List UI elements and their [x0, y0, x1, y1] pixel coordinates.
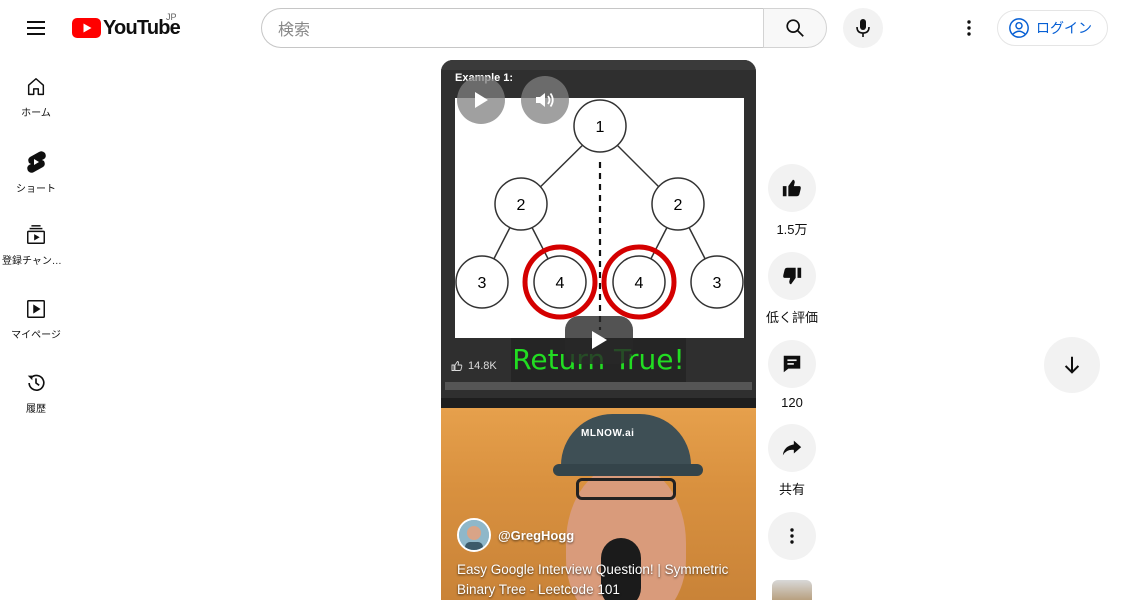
like-action: 1.5万 — [766, 164, 818, 238]
masthead: YouTube JP 検索 ログイン — [0, 0, 1124, 56]
center-play-button[interactable] — [565, 316, 633, 364]
shorts-icon — [27, 151, 46, 173]
dislike-button[interactable] — [768, 252, 816, 300]
presenter-glasses — [576, 478, 676, 500]
video-top-strip — [441, 60, 756, 70]
youtube-play-logo-icon — [72, 18, 101, 38]
more-vert-icon — [790, 528, 794, 544]
sidebar-item-history[interactable]: 履歴 — [0, 352, 72, 426]
comment-action: 120 — [766, 340, 818, 410]
login-button[interactable]: ログイン — [997, 10, 1108, 46]
search-icon — [786, 19, 804, 37]
tree-node-left-left: 3 — [455, 255, 509, 309]
tree-node-right: 2 — [651, 177, 705, 231]
sidebar-item-home[interactable]: ホーム — [0, 56, 72, 130]
inner-like-text: 14.8K — [468, 360, 497, 372]
tree-node-root: 1 — [573, 99, 627, 153]
settings-more-button[interactable] — [949, 8, 989, 48]
video-frame-upper: Example 1: 1 2 2 — [441, 60, 756, 408]
video-title[interactable]: Easy Google Interview Question! | Symmet… — [457, 560, 747, 600]
svg-text:3: 3 — [478, 275, 487, 292]
thumbs-up-icon — [782, 179, 801, 197]
arrow-down-icon — [1064, 356, 1080, 374]
avatar-icon — [459, 520, 489, 550]
like-button[interactable] — [768, 164, 816, 212]
svg-text:3: 3 — [713, 275, 722, 292]
library-icon — [27, 300, 45, 318]
account-circle-icon — [1009, 18, 1029, 38]
svg-text:4: 4 — [556, 275, 565, 292]
sidebar-item-label: ホーム — [21, 108, 51, 119]
sidebar-item-label: 登録チャンネル — [2, 256, 70, 267]
next-video-button[interactable] — [1044, 337, 1100, 393]
tree-node-left-right: 4 — [522, 244, 598, 320]
channel-handle[interactable]: @GregHogg — [498, 528, 574, 543]
tree-node-left: 2 — [494, 177, 548, 231]
shorts-action-bar: 1.5万 低く評価 120 共有 — [766, 164, 818, 574]
volume-icon — [536, 92, 554, 108]
svg-text:2: 2 — [674, 197, 683, 214]
inner-thumbs-up-icon — [451, 361, 463, 371]
play-pause-button[interactable] — [457, 76, 505, 124]
share-label: 共有 — [778, 482, 805, 497]
subscriptions-icon — [27, 225, 45, 244]
sidebar-item-label: ショート — [16, 184, 56, 195]
dislike-action: 低く評価 — [766, 252, 818, 326]
search-button[interactable] — [763, 8, 827, 48]
more-actions-button[interactable] — [768, 512, 816, 560]
presenter-cap-brim — [553, 464, 703, 476]
microphone-icon — [856, 19, 870, 37]
country-code: JP — [166, 12, 177, 22]
share-button[interactable] — [768, 424, 816, 472]
play-icon — [475, 92, 488, 108]
svg-text:4: 4 — [635, 275, 644, 292]
sound-thumbnail[interactable] — [772, 580, 812, 600]
channel-avatar[interactable] — [457, 518, 491, 552]
sidebar-item-shorts[interactable]: ショート — [0, 130, 72, 204]
comment-button[interactable] — [768, 340, 816, 388]
history-icon — [27, 374, 45, 391]
svg-text:1: 1 — [596, 119, 605, 136]
more-action — [766, 512, 818, 560]
search-placeholder: 検索 — [278, 22, 311, 39]
sidebar-item-label: マイページ — [11, 330, 61, 341]
more-vert-icon — [967, 20, 971, 36]
cap-logo-text: MLNOW.ai — [581, 428, 635, 439]
shorts-video-player[interactable]: Example 1: 1 2 2 — [441, 60, 756, 600]
sidebar-item-library[interactable]: マイページ — [0, 278, 72, 352]
tree-svg: 1 2 2 3 4 4 3 — [455, 99, 744, 330]
mute-button[interactable] — [521, 76, 569, 124]
share-action: 共有 — [766, 424, 818, 498]
center-play-icon — [592, 331, 607, 349]
hamburger-icon — [27, 21, 45, 35]
inner-scrollbar — [445, 382, 752, 390]
guide-menu-button[interactable] — [16, 8, 56, 48]
tree-node-right-left: 4 — [601, 244, 677, 320]
voice-search-button[interactable] — [843, 8, 883, 48]
svg-text:2: 2 — [517, 197, 526, 214]
sidebar-item-label: 履歴 — [26, 404, 46, 415]
tree-node-right-right: 3 — [690, 255, 744, 309]
sidebar-item-subscriptions[interactable]: 登録チャンネル — [0, 204, 72, 278]
search-input[interactable]: 検索 — [261, 8, 763, 48]
video-frame-divider — [441, 398, 756, 408]
like-count: 1.5万 — [776, 222, 808, 237]
thumbs-down-icon — [783, 267, 802, 285]
binary-tree-diagram: 1 2 2 3 4 4 3 — [455, 98, 744, 338]
mini-guide: ホーム ショート 登録チャンネル マイページ 履歴 — [0, 56, 72, 426]
share-icon — [782, 440, 802, 456]
dislike-label: 低く評価 — [766, 310, 819, 325]
login-label: ログイン — [1036, 20, 1092, 36]
home-icon — [27, 78, 45, 96]
youtube-logo[interactable]: YouTube — [72, 16, 181, 40]
channel-info[interactable]: @GregHogg — [457, 518, 574, 552]
inner-like-count: 14.8K — [451, 360, 497, 372]
video-frame-lower: MLNOW.ai @GregHogg Easy Google Interview… — [441, 408, 756, 600]
comment-count: 120 — [781, 395, 803, 410]
comment-icon — [783, 355, 801, 373]
